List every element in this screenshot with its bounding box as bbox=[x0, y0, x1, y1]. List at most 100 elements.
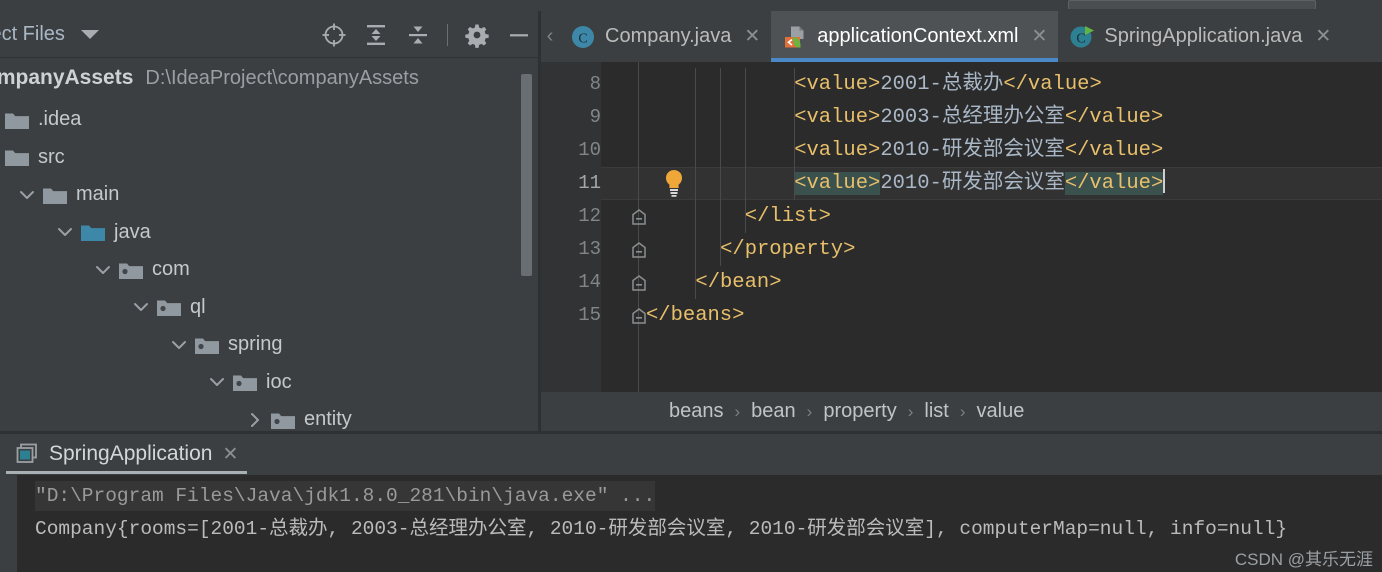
code-token: 2003-总经理办公室 bbox=[880, 106, 1065, 129]
breadcrumb-separator: › bbox=[806, 401, 813, 421]
run-window-left-strip bbox=[0, 475, 17, 572]
project-name: ompanyAssets bbox=[0, 66, 134, 89]
editor-tab-springapplication-java[interactable]: C SpringApplication.java ✕ bbox=[1058, 11, 1342, 62]
fold-rail bbox=[638, 62, 639, 392]
gutter-line-number: 10 bbox=[578, 139, 601, 161]
code-token: <value> bbox=[794, 106, 881, 129]
breadcrumb-separator: › bbox=[959, 401, 966, 421]
editor-tab-bar: ‹ C Company.java ✕ applicationContext.xml ✕ C S… bbox=[541, 11, 1382, 62]
gutter-line-number: 14 bbox=[578, 271, 601, 293]
editor-tab-company-java[interactable]: C Company.java ✕ bbox=[559, 11, 771, 62]
tree-item-ioc[interactable]: ioc bbox=[0, 364, 528, 402]
settings-gear-icon[interactable] bbox=[464, 22, 490, 48]
code-line[interactable]: <value>2010-研发部会议室</value> bbox=[794, 134, 1163, 167]
ide-window: ject Files bbox=[0, 0, 1382, 572]
tree-item-label: .idea bbox=[38, 108, 82, 131]
project-root-row[interactable]: ompanyAssets D:\IdeaProject\companyAsset… bbox=[0, 66, 419, 96]
partial-search-field[interactable] bbox=[1068, 0, 1316, 9]
project-toolbar-actions bbox=[321, 11, 532, 58]
watermark: CSDN @其乐无涯 bbox=[1234, 550, 1373, 569]
console-output[interactable]: Company{rooms=[2001-总裁办, 2003-总经理办公室, 20… bbox=[17, 475, 1382, 572]
code-token: </value> bbox=[1003, 73, 1102, 96]
breadcrumb-item-beans[interactable]: beans bbox=[669, 400, 724, 423]
folder-grey-icon bbox=[5, 113, 29, 129]
chevron-left-icon[interactable]: ‹ bbox=[541, 11, 559, 62]
code-line[interactable]: </property> bbox=[720, 233, 855, 266]
tree-item-java[interactable]: java bbox=[0, 214, 528, 252]
project-path: D:\IdeaProject\companyAssets bbox=[145, 67, 419, 89]
code-line[interactable]: <value>2001-总裁办</value> bbox=[794, 68, 1102, 101]
code-line[interactable]: </bean> bbox=[695, 266, 781, 299]
code-token: 2001-总裁办 bbox=[880, 73, 1004, 96]
chevron-down-icon[interactable] bbox=[170, 336, 188, 354]
chevron-right-icon[interactable] bbox=[246, 411, 264, 429]
project-tree: .idea src main java com ql spring ioc entity bbox=[0, 101, 528, 439]
breadcrumb-item-property[interactable]: property bbox=[823, 400, 896, 423]
code-line[interactable]: </list> bbox=[745, 200, 831, 233]
breadcrumb-separator: › bbox=[734, 401, 741, 421]
tree-item-label: java bbox=[114, 220, 151, 243]
sidebar-scrollbar-track[interactable] bbox=[521, 69, 532, 431]
indent-guide bbox=[695, 68, 697, 299]
code-line[interactable]: <value>2010-研发部会议室</value> bbox=[794, 167, 1166, 200]
gutter-line-number: 9 bbox=[589, 106, 601, 128]
run-tab-springapplication[interactable]: SpringApplication ✕ bbox=[6, 434, 248, 474]
breadcrumb-item-bean[interactable]: bean bbox=[751, 400, 796, 423]
code-token: </bean> bbox=[695, 271, 782, 294]
spring-xml-icon bbox=[785, 26, 804, 48]
text-caret bbox=[1163, 169, 1166, 193]
tree-item-label: ql bbox=[190, 295, 206, 318]
close-icon[interactable]: ✕ bbox=[1315, 27, 1331, 46]
close-icon[interactable]: ✕ bbox=[744, 27, 760, 46]
code-token: </value> bbox=[1064, 172, 1164, 195]
breadcrumb-item-list[interactable]: list bbox=[924, 400, 948, 423]
close-icon[interactable]: ✕ bbox=[1032, 27, 1048, 46]
folder-grey-icon bbox=[43, 188, 67, 204]
collapse-all-icon[interactable] bbox=[405, 22, 431, 48]
code-text-area[interactable]: <value>2001-总裁办</value> <value>2003-总经理办公… bbox=[646, 62, 1382, 392]
editor-tab-label: Company.java bbox=[605, 25, 732, 47]
tree-item-ql[interactable]: ql bbox=[0, 289, 528, 327]
close-icon[interactable]: ✕ bbox=[222, 443, 238, 466]
chevron-down-icon[interactable] bbox=[56, 223, 74, 241]
run-tool-window: SpringApplication ✕ Company{rooms=[2001-… bbox=[0, 434, 1382, 572]
gutter-line-number: 8 bbox=[589, 73, 601, 95]
folder-package-icon bbox=[195, 338, 219, 354]
editor-body[interactable]: 8 9 10 11 12 13 14 15 <value>2001-总裁办</value> <v… bbox=[541, 62, 1382, 439]
gutter-line-number: 11 bbox=[578, 172, 601, 194]
folder-package-icon bbox=[271, 413, 295, 429]
tree-item-com[interactable]: com bbox=[0, 251, 528, 289]
code-token: </value> bbox=[1064, 139, 1164, 162]
chevron-down-icon[interactable] bbox=[80, 29, 99, 39]
chevron-down-icon[interactable] bbox=[132, 298, 150, 316]
chevron-down-icon[interactable] bbox=[18, 186, 36, 204]
code-line[interactable]: </beans> bbox=[646, 299, 744, 332]
gutter-line-number: 13 bbox=[578, 238, 601, 260]
top-strip bbox=[0, 0, 1382, 11]
folder-package-icon bbox=[119, 263, 143, 279]
expand-all-icon[interactable] bbox=[363, 22, 389, 48]
tree-item-dot-idea[interactable]: .idea bbox=[0, 101, 528, 139]
folder-grey-icon bbox=[5, 150, 29, 167]
tree-item-label: spring bbox=[228, 333, 283, 356]
chevron-down-icon[interactable] bbox=[94, 261, 112, 279]
locate-icon[interactable] bbox=[321, 22, 347, 48]
console-output-line: Company{rooms=[2001-总裁办, 2003-总经理办公室, 20… bbox=[35, 518, 1288, 540]
tree-item-main[interactable]: main bbox=[0, 176, 528, 214]
editor-tab-applicationcontext-xml[interactable]: applicationContext.xml ✕ bbox=[771, 11, 1059, 62]
project-tool-window: ject Files bbox=[0, 11, 540, 431]
chevron-down-icon[interactable] bbox=[208, 373, 226, 391]
minimize-icon[interactable] bbox=[506, 22, 532, 48]
console-icon bbox=[16, 443, 37, 463]
tree-item-label: ioc bbox=[266, 370, 292, 393]
sidebar-scrollbar-thumb[interactable] bbox=[521, 74, 532, 276]
indent-guide bbox=[794, 68, 796, 200]
tree-item-src[interactable]: src bbox=[0, 139, 528, 177]
folder-package-icon bbox=[233, 375, 257, 392]
breadcrumb-item-value[interactable]: value bbox=[977, 400, 1025, 423]
code-token: <value> bbox=[794, 73, 881, 96]
code-line[interactable]: <value>2003-总经理办公室</value> bbox=[794, 101, 1163, 134]
project-tool-window-title: ject Files bbox=[0, 22, 65, 45]
tree-item-spring[interactable]: spring bbox=[0, 326, 528, 364]
breadcrumb: beans › bean › property › list › value bbox=[541, 392, 1382, 431]
